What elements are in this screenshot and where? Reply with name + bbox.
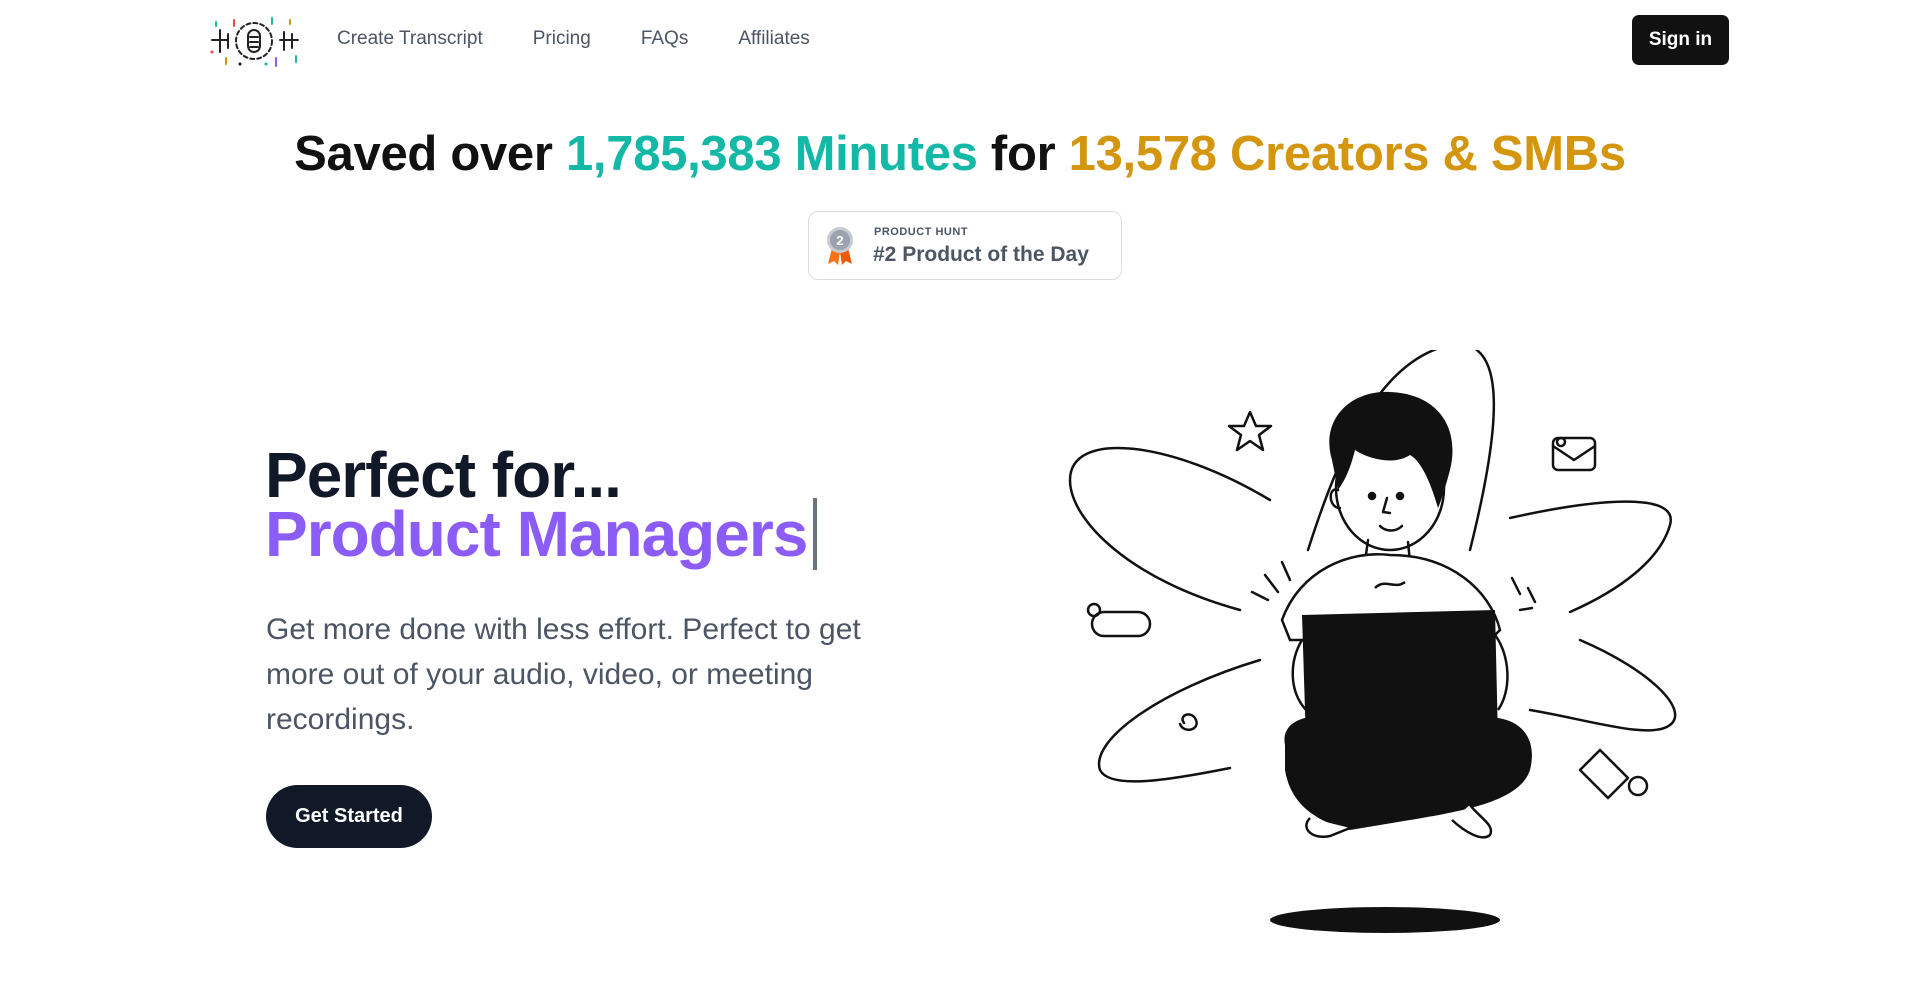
orbit-loop-right-top <box>1508 500 1672 614</box>
nav-link-pricing[interactable]: Pricing <box>533 28 591 50</box>
creators-count: 13,578 Creators & SMBs <box>1068 127 1626 181</box>
medal-icon: 2 <box>827 227 853 265</box>
star-shape <box>1227 410 1273 452</box>
medal-number: 2 <box>836 233 843 248</box>
stats-headline: Saved over 1,785,383 Minutes for 13,578 … <box>0 126 1920 182</box>
swirl-shape <box>1178 713 1198 732</box>
nav-link-affiliates[interactable]: Affiliates <box>738 28 809 50</box>
orbit-loop-right-bottom <box>1528 638 1677 732</box>
typing-cursor <box>813 498 818 570</box>
ground-shadow <box>1270 907 1500 933</box>
nav-link-faqs[interactable]: FAQs <box>641 28 689 50</box>
orbit-loop-left-bottom <box>1097 658 1262 783</box>
hero-rotating-word: Product Managers <box>265 498 808 570</box>
get-started-button[interactable]: Get Started <box>266 785 432 848</box>
person-with-laptop-illustration <box>1068 350 1677 933</box>
headline-text-saved-over: Saved over <box>294 127 566 181</box>
product-hunt-badge[interactable]: 2 PRODUCT HUNT #2 Product of the Day <box>808 211 1122 280</box>
hero-title-line2: Product Managers <box>265 497 818 571</box>
top-navigation: Create Transcript Pricing FAQs Affiliate… <box>0 0 1920 80</box>
minutes-count: 1,785,383 <box>565 127 782 181</box>
sign-in-button[interactable]: Sign in <box>1632 15 1729 65</box>
envelope-icon <box>1551 436 1597 472</box>
minutes-label: Minutes <box>781 127 978 181</box>
hero-subtitle: Get more done with less effort. Perfect … <box>266 613 861 736</box>
orbit-loop-left-top <box>1068 446 1272 612</box>
logo-icon[interactable] <box>206 12 302 72</box>
badge-kicker: PRODUCT HUNT <box>874 226 968 238</box>
nav-link-create-transcript[interactable]: Create Transcript <box>337 28 483 50</box>
headline-text-for: for <box>977 127 1069 181</box>
chat-bubble-icon <box>1090 610 1152 638</box>
email-tag-icon <box>1578 748 1630 800</box>
badge-title: #2 Product of the Day <box>873 243 1089 266</box>
nav-links: Create Transcript Pricing FAQs Affiliate… <box>337 28 860 50</box>
